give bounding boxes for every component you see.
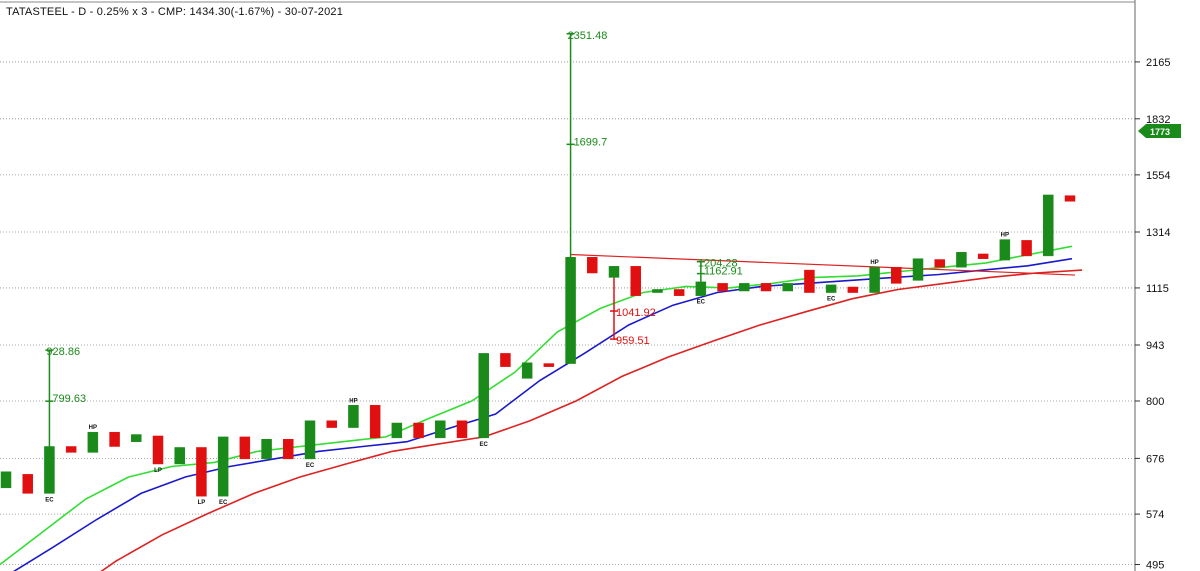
renko-brick-up bbox=[695, 281, 707, 296]
renko-brick-up bbox=[131, 434, 142, 442]
renko-brick-down bbox=[239, 436, 251, 460]
brick-label: EC bbox=[219, 500, 228, 506]
renko-brick-up bbox=[912, 258, 924, 281]
renko-brick-down bbox=[630, 266, 641, 296]
brick-label: EC bbox=[827, 297, 836, 303]
ema-line-0 bbox=[0, 245, 1073, 566]
wick-mid-label: 1041.92 bbox=[616, 307, 656, 319]
renko-brick-down bbox=[109, 431, 120, 447]
trendline bbox=[570, 253, 1076, 276]
brick-label: EC bbox=[480, 442, 489, 448]
renko-brick-up bbox=[435, 420, 446, 439]
renko-brick-down bbox=[543, 363, 555, 367]
renko-brick-up bbox=[0, 471, 12, 489]
renko-brick-up bbox=[44, 446, 55, 494]
renko-brick-down bbox=[500, 353, 511, 367]
chart-title: TATASTEEL - D - 0.25% x 3 - CMP: 1434.30… bbox=[6, 6, 344, 18]
renko-brick-up bbox=[261, 439, 272, 460]
brick-label: LP bbox=[154, 468, 162, 474]
renko-brick-down bbox=[804, 269, 815, 293]
renko-brick-down bbox=[413, 422, 424, 439]
brick-label: HP bbox=[1001, 233, 1009, 239]
renko-brick-up bbox=[87, 431, 99, 453]
current-price-label: 1773 bbox=[1150, 127, 1170, 137]
trendline-layer bbox=[570, 253, 1076, 276]
renko-brick-up bbox=[304, 420, 316, 460]
brick-label: EC bbox=[45, 497, 54, 503]
renko-brick-up bbox=[565, 257, 576, 364]
renko-brick-down bbox=[283, 439, 294, 460]
renko-brick-up bbox=[869, 266, 880, 293]
renko-brick-down bbox=[456, 420, 468, 439]
wick-mid-label: 1699.7 bbox=[574, 136, 608, 148]
renko-brick-down bbox=[369, 405, 381, 439]
renko-brick-down bbox=[22, 474, 33, 494]
wick-high-label: 928.86 bbox=[46, 346, 80, 358]
tick-label: 495 bbox=[1146, 560, 1164, 571]
renko-brick-down bbox=[977, 253, 989, 259]
renko-brick-up bbox=[608, 266, 620, 278]
ema-line-1 bbox=[12, 257, 1073, 571]
brick-label: LP bbox=[198, 500, 206, 506]
brick-label: HP bbox=[870, 260, 878, 266]
renko-brick-up bbox=[391, 422, 403, 439]
renko-brick-down bbox=[934, 259, 945, 268]
tick-label: 676 bbox=[1146, 453, 1164, 465]
renko-brick-down bbox=[1064, 195, 1076, 202]
brick-label: EC bbox=[697, 300, 706, 306]
tick-label: 1314 bbox=[1146, 227, 1170, 239]
renko-brick-down bbox=[1021, 240, 1032, 257]
wick-mid-label: 1162.91 bbox=[704, 266, 743, 278]
renko-brick-down bbox=[891, 266, 902, 284]
tick-label: 800 bbox=[1146, 396, 1164, 408]
renko-brick-up bbox=[174, 447, 185, 465]
tick-label: 943 bbox=[1146, 340, 1164, 352]
wick-high-label: 2351.48 bbox=[568, 30, 608, 42]
renko-brick-down bbox=[196, 447, 207, 497]
brick-label: HP bbox=[349, 398, 357, 404]
renko-brick-up bbox=[1043, 194, 1054, 257]
renko-brick-down bbox=[65, 446, 77, 453]
renko-brick-up bbox=[782, 283, 793, 292]
renko-brick-up bbox=[999, 239, 1011, 261]
renko-brick-up bbox=[348, 405, 359, 428]
tick-label: 1554 bbox=[1146, 170, 1170, 182]
price-axis: 574676800943111513141554183221654951773 bbox=[0, 0, 1181, 571]
tick-label: 574 bbox=[1146, 509, 1164, 521]
renko-brick-down bbox=[673, 289, 685, 296]
renko-brick-down bbox=[152, 435, 164, 465]
moving-averages bbox=[0, 245, 1083, 571]
renko-brick-down bbox=[587, 257, 598, 274]
renko-brick-up bbox=[956, 252, 967, 268]
renko-brick-down bbox=[326, 420, 337, 428]
renko-brick-up bbox=[652, 289, 663, 293]
renko-brick-down bbox=[847, 286, 859, 293]
renko-brick-up bbox=[825, 284, 837, 293]
renko-bricks bbox=[0, 194, 1076, 497]
renko-brick-up bbox=[739, 283, 750, 292]
renko-brick-down bbox=[717, 283, 728, 292]
wick-low-label: 959.51 bbox=[616, 335, 650, 347]
renko-chart: 928.86799.632351.481699.71041.92959.5112… bbox=[0, 0, 1181, 571]
renko-brick-up bbox=[521, 362, 533, 379]
renko-brick-up bbox=[478, 353, 489, 439]
wick-mid-label: 799.63 bbox=[52, 393, 86, 405]
brick-label: HP bbox=[89, 425, 97, 431]
renko-brick-down bbox=[760, 283, 772, 292]
wick-layer: 928.86799.632351.481699.71041.92959.5112… bbox=[45, 30, 743, 447]
tick-label: 1115 bbox=[1146, 283, 1169, 295]
renko-brick-up bbox=[217, 436, 229, 497]
ema-line-2 bbox=[100, 269, 1083, 571]
tick-label: 2165 bbox=[1146, 57, 1170, 69]
brick-label: EC bbox=[306, 463, 315, 469]
